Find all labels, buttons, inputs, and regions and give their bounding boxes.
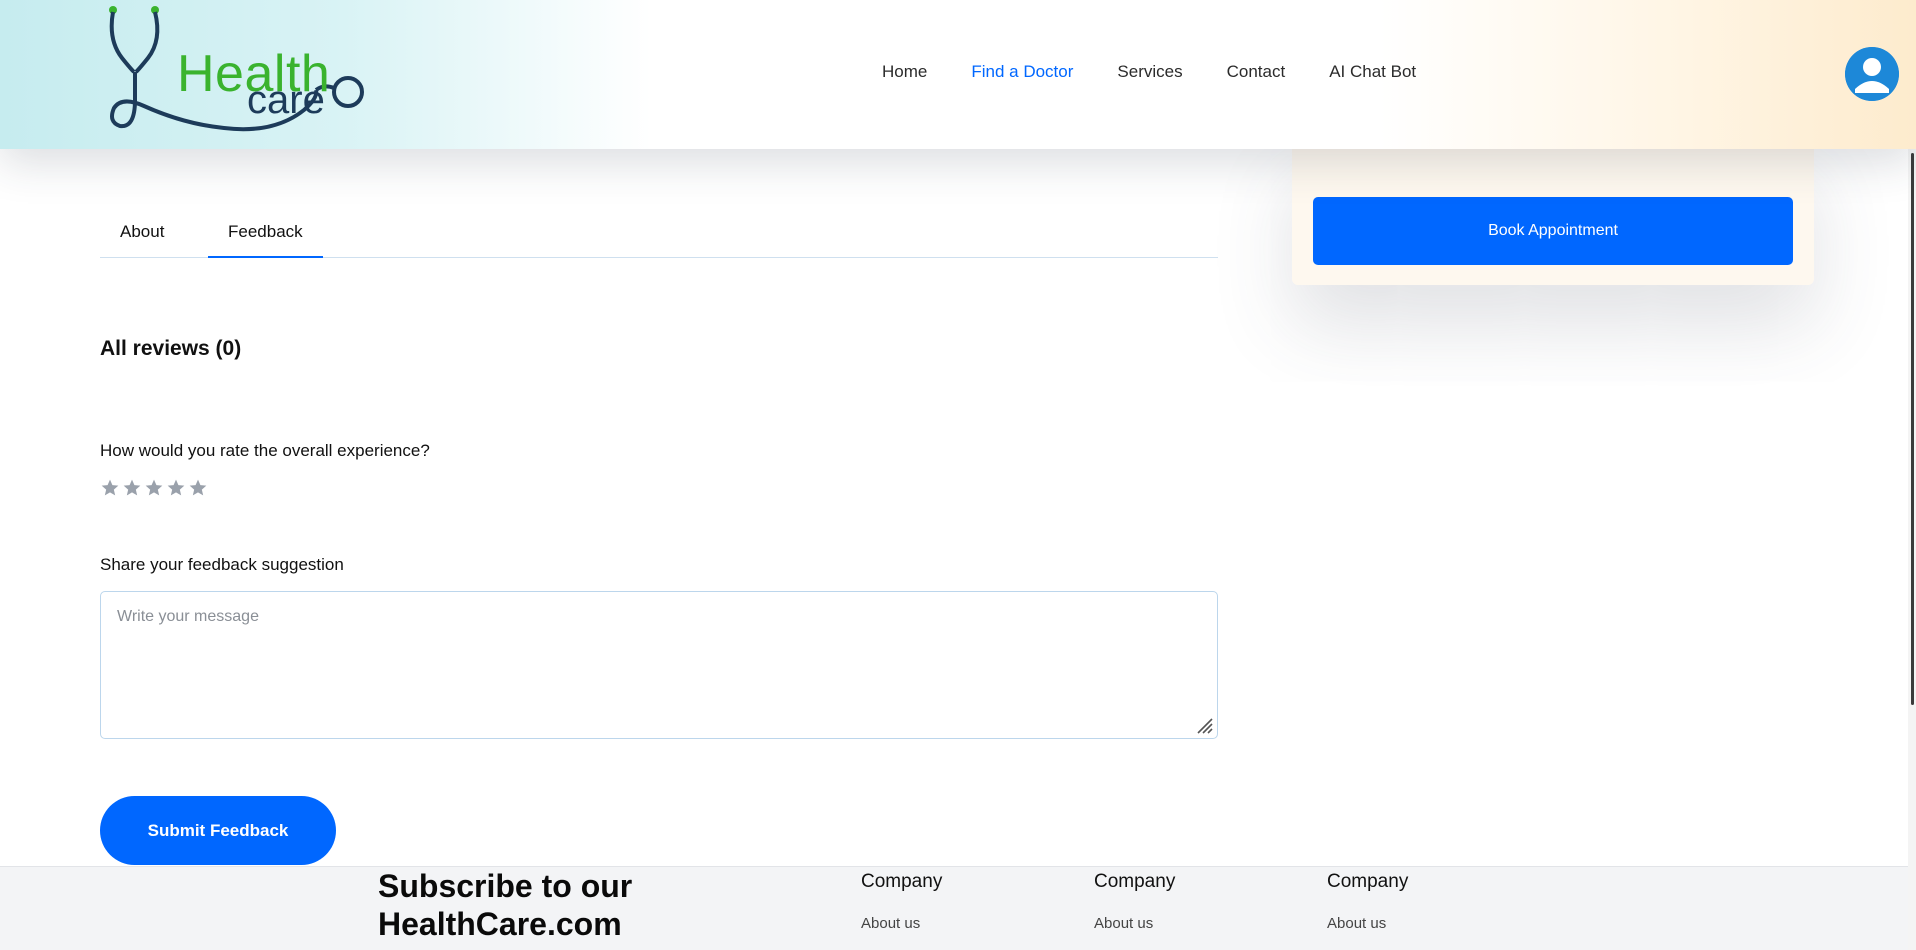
rating-label: How would you rate the overall experienc… xyxy=(100,441,430,460)
feedback-suggestion-label: Share your feedback suggestion xyxy=(100,555,344,574)
site-header: Health care Home Find a Doctor Services … xyxy=(0,0,1916,149)
booking-card: Book Appointment xyxy=(1292,140,1814,285)
nav-home[interactable]: Home xyxy=(882,62,927,82)
subscribe-line-2: HealthCare.com xyxy=(378,906,622,942)
logo-word-care: care xyxy=(247,78,325,122)
tab-feedback[interactable]: Feedback xyxy=(208,222,323,258)
page-scrollbar-thumb[interactable] xyxy=(1911,153,1914,705)
site-footer: Subscribe to our HealthCare.com Company … xyxy=(0,866,1916,950)
subscribe-heading: Subscribe to our HealthCare.com xyxy=(378,867,678,943)
profile-tabs: About Feedback xyxy=(100,210,1218,258)
footer-column: Company About us xyxy=(861,871,942,932)
user-avatar-icon xyxy=(1845,47,1899,101)
footer-column-title: Company xyxy=(1094,871,1176,892)
tab-about[interactable]: About xyxy=(100,222,184,258)
reviews-heading: All reviews (0) xyxy=(100,337,242,360)
footer-link-about-us[interactable]: About us xyxy=(861,915,942,932)
star-2-icon[interactable] xyxy=(122,478,142,498)
book-appointment-button[interactable]: Book Appointment xyxy=(1313,197,1793,265)
star-5-icon[interactable] xyxy=(188,478,208,498)
footer-column-title: Company xyxy=(861,871,943,892)
user-avatar[interactable] xyxy=(1845,47,1899,101)
footer-column: Company About us xyxy=(1327,871,1408,932)
footer-link-about-us[interactable]: About us xyxy=(1094,915,1175,932)
main-nav: Home Find a Doctor Services Contact AI C… xyxy=(882,62,1460,82)
nav-services[interactable]: Services xyxy=(1117,62,1182,82)
star-4-icon[interactable] xyxy=(166,478,186,498)
star-1-icon[interactable] xyxy=(100,478,120,498)
nav-find-a-doctor[interactable]: Find a Doctor xyxy=(971,62,1073,82)
footer-link-about-us[interactable]: About us xyxy=(1327,915,1408,932)
resize-grip-icon[interactable] xyxy=(1194,715,1214,735)
healthcare-logo[interactable]: Health care xyxy=(104,0,366,140)
subscribe-line-1: Subscribe to our xyxy=(378,868,633,904)
feedback-message-input[interactable] xyxy=(100,591,1218,739)
star-3-icon[interactable] xyxy=(144,478,164,498)
nav-contact[interactable]: Contact xyxy=(1227,62,1286,82)
nav-ai-chat-bot[interactable]: AI Chat Bot xyxy=(1329,62,1416,82)
submit-feedback-button[interactable]: Submit Feedback xyxy=(100,796,336,865)
star-rating xyxy=(100,478,208,498)
footer-column: Company About us xyxy=(1094,871,1175,932)
footer-column-title: Company xyxy=(1327,871,1409,892)
